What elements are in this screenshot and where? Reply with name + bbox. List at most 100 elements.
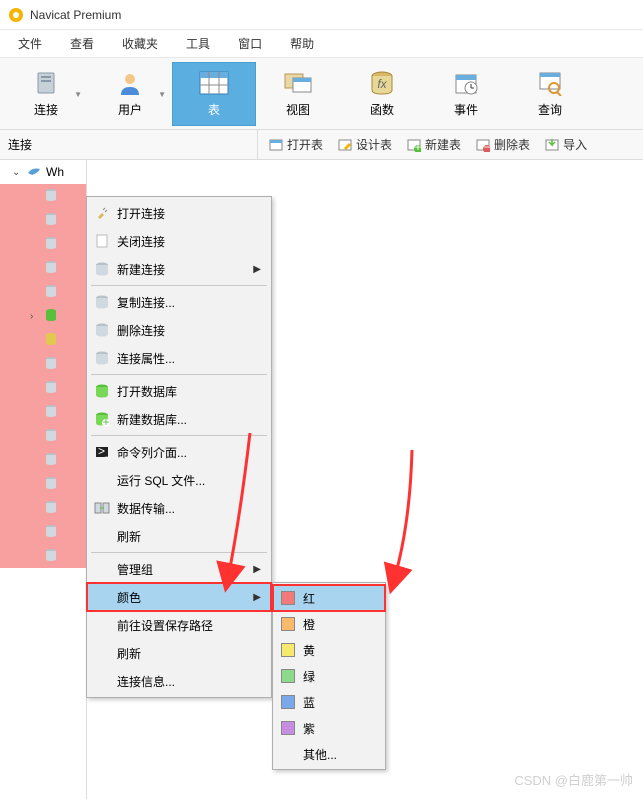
- menu-favorites[interactable]: 收藏夹: [108, 31, 172, 56]
- tree-db-item[interactable]: [0, 496, 86, 520]
- app-title: Navicat Premium: [30, 8, 121, 22]
- tree-db-item[interactable]: [0, 256, 86, 280]
- toolbar-connection[interactable]: 连接 ▼: [4, 62, 88, 126]
- tree-db-item[interactable]: [0, 208, 86, 232]
- tree-db-item[interactable]: [0, 328, 86, 352]
- blank-icon: [93, 527, 111, 545]
- ctx-删除连接[interactable]: 删除连接: [87, 316, 271, 344]
- ctx-管理组[interactable]: 管理组▶: [87, 555, 271, 583]
- menu-window[interactable]: 窗口: [224, 31, 276, 56]
- color-绿[interactable]: 绿: [273, 663, 385, 689]
- db-prop-icon: [93, 349, 111, 367]
- tree-db-item[interactable]: [0, 520, 86, 544]
- ctx-刷新[interactable]: 刷新: [87, 639, 271, 667]
- tree-db-item[interactable]: ›: [0, 304, 86, 328]
- tree-root[interactable]: ⌄ Wh: [0, 160, 86, 184]
- toolbar-view[interactable]: 视图: [256, 62, 340, 126]
- chevron-right-icon: ▶: [253, 564, 261, 575]
- database-icon: [44, 212, 60, 228]
- ctx-连接属性...[interactable]: 连接属性...: [87, 344, 271, 372]
- database-icon: [44, 428, 60, 444]
- chevron-right-icon: ▶: [253, 264, 261, 275]
- toolbar-function[interactable]: fx 函数: [340, 62, 424, 126]
- color-swatch: [281, 591, 295, 605]
- toolbar-user[interactable]: 用户 ▼: [88, 62, 172, 126]
- delete-icon: −: [475, 137, 491, 153]
- ctx-颜色[interactable]: 颜色▶: [87, 583, 271, 611]
- color-橙[interactable]: 橙: [273, 611, 385, 637]
- tree-db-item[interactable]: [0, 448, 86, 472]
- tree-db-item[interactable]: [0, 400, 86, 424]
- ctx-刷新[interactable]: 刷新: [87, 522, 271, 550]
- database-icon: [44, 284, 60, 300]
- color-其他...[interactable]: 其他...: [273, 741, 385, 767]
- table-icon: [198, 69, 230, 97]
- color-swatch: [281, 643, 295, 657]
- action-new-table[interactable]: +新建表: [400, 134, 467, 155]
- plug-icon: [93, 204, 111, 222]
- svg-text:−: −: [484, 140, 491, 152]
- ctx-打开数据库[interactable]: 打开数据库: [87, 377, 271, 405]
- app-icon: [8, 7, 24, 23]
- expand-icon[interactable]: ⌄: [12, 167, 22, 178]
- action-delete-table[interactable]: −删除表: [469, 134, 536, 155]
- connection-tree: ⌄ Wh ›: [0, 160, 86, 799]
- chevron-down-icon: ▼: [74, 90, 82, 99]
- ctx-复制连接...[interactable]: 复制连接...: [87, 288, 271, 316]
- toolbar-event[interactable]: 事件: [424, 62, 508, 126]
- ctx-前往设置保存路径[interactable]: 前往设置保存路径: [87, 611, 271, 639]
- ctx-关闭连接[interactable]: 关闭连接: [87, 227, 271, 255]
- color-红[interactable]: 红: [273, 585, 385, 611]
- tree-db-item[interactable]: [0, 376, 86, 400]
- tree-db-item[interactable]: [0, 280, 86, 304]
- ctx-新建连接[interactable]: 新建连接▶: [87, 255, 271, 283]
- tree-db-item[interactable]: [0, 352, 86, 376]
- expand-icon[interactable]: ›: [30, 311, 40, 322]
- db-copy-icon: [93, 293, 111, 311]
- ctx-运行 SQL 文件...[interactable]: 运行 SQL 文件...: [87, 466, 271, 494]
- menu-help[interactable]: 帮助: [276, 31, 328, 56]
- context-menu: 打开连接关闭连接新建连接▶ 复制连接...删除连接连接属性... 打开数据库+新建数…: [86, 196, 272, 698]
- blank-icon: [93, 644, 111, 662]
- terminal-icon: >_: [93, 443, 111, 461]
- ctx-新建数据库...[interactable]: +新建数据库...: [87, 405, 271, 433]
- color-紫[interactable]: 紫: [273, 715, 385, 741]
- menu-tools[interactable]: 工具: [172, 31, 224, 56]
- query-icon: [534, 69, 566, 97]
- open-icon: [268, 137, 284, 153]
- color-蓝[interactable]: 蓝: [273, 689, 385, 715]
- subbar: 连接 打开表 设计表 +新建表 −删除表 导入: [0, 130, 643, 160]
- menu-view[interactable]: 查看: [56, 31, 108, 56]
- ctx-打开连接[interactable]: 打开连接: [87, 199, 271, 227]
- ctx-命令列介面...[interactable]: >_命令列介面...: [87, 438, 271, 466]
- database-icon: [44, 236, 60, 252]
- color-submenu: 红橙黄绿蓝紫其他...: [272, 582, 386, 770]
- svg-text:+: +: [102, 415, 109, 427]
- action-import[interactable]: 导入: [538, 134, 593, 155]
- import-icon: [544, 137, 560, 153]
- view-icon: [282, 69, 314, 97]
- tree-db-item[interactable]: [0, 184, 86, 208]
- toolbar-query[interactable]: 查询: [508, 62, 592, 126]
- blank-icon: [93, 588, 111, 606]
- db-open-icon: [93, 382, 111, 400]
- db-add-icon: +: [93, 410, 111, 428]
- tree-db-item[interactable]: [0, 232, 86, 256]
- color-黄[interactable]: 黄: [273, 637, 385, 663]
- tree-db-item[interactable]: [0, 544, 86, 568]
- database-icon: [44, 188, 60, 204]
- action-design-table[interactable]: 设计表: [331, 134, 398, 155]
- svg-text:fx: fx: [377, 77, 387, 91]
- ctx-数据传输...[interactable]: 数据传输...: [87, 494, 271, 522]
- action-open-table[interactable]: 打开表: [262, 134, 329, 155]
- user-icon: [114, 69, 146, 97]
- toolbar-table[interactable]: 表: [172, 62, 256, 126]
- menu-file[interactable]: 文件: [4, 31, 56, 56]
- chevron-down-icon: ▼: [158, 90, 166, 99]
- tree-db-item[interactable]: [0, 472, 86, 496]
- blank-icon: [93, 616, 111, 634]
- tree-db-item[interactable]: [0, 424, 86, 448]
- ctx-连接信息...[interactable]: 连接信息...: [87, 667, 271, 695]
- color-swatch: [281, 721, 295, 735]
- event-icon: [450, 69, 482, 97]
